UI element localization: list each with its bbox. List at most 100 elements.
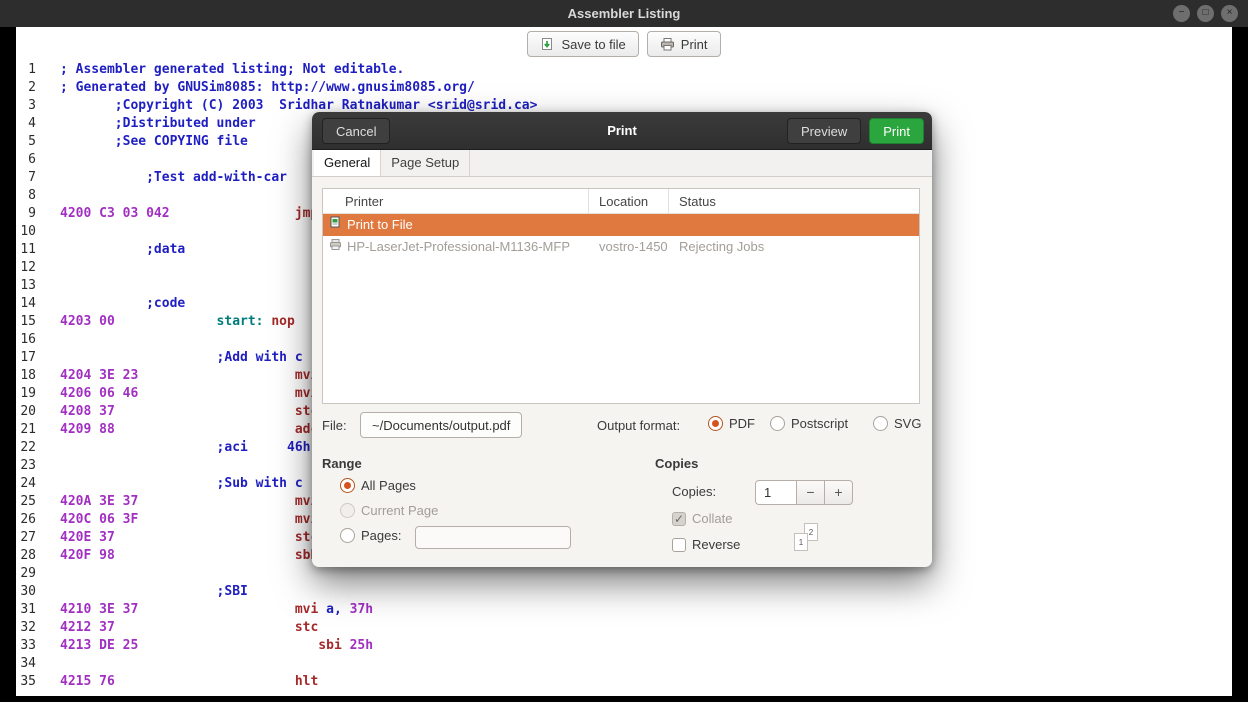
code-token: 4212 37 bbox=[60, 620, 115, 635]
radio-all-pages[interactable]: All Pages bbox=[340, 478, 416, 493]
reverse-checkbox[interactable]: Reverse bbox=[672, 537, 740, 552]
code-token: 4213 DE 25 bbox=[60, 638, 138, 653]
save-to-file-button[interactable]: Save to file bbox=[527, 31, 638, 57]
radio-indicator bbox=[340, 528, 355, 543]
preview-button[interactable]: Preview bbox=[787, 118, 861, 144]
code-text: 4203 00 start: nop bbox=[60, 313, 295, 331]
tab-page-setup[interactable]: Page Setup bbox=[381, 150, 470, 176]
code-token bbox=[248, 440, 287, 455]
line-number: 10 bbox=[16, 223, 36, 241]
print-dialog-header: Print Cancel Preview Print bbox=[312, 112, 932, 150]
code-line: 30 ;SBI bbox=[16, 583, 1232, 601]
line-number: 3 bbox=[16, 97, 36, 115]
code-token bbox=[170, 206, 295, 221]
code-token bbox=[138, 368, 295, 383]
print-dialog-tabbar: General Page Setup bbox=[312, 150, 932, 177]
checkbox-label: Collate bbox=[692, 511, 732, 526]
line-number: 23 bbox=[16, 457, 36, 475]
line-number: 7 bbox=[16, 169, 36, 187]
code-line: 354215 76 hlt bbox=[16, 673, 1232, 691]
column-header-status[interactable]: Status bbox=[669, 189, 919, 213]
code-text: 4212 37 stc bbox=[60, 619, 318, 637]
tab-general[interactable]: General bbox=[314, 150, 381, 176]
print-toolbar-button[interactable]: Print bbox=[647, 31, 721, 57]
code-token: 46h bbox=[287, 440, 310, 455]
code-token: sbi bbox=[318, 638, 341, 653]
code-text: 4213 DE 25 sbi 25h bbox=[60, 637, 373, 655]
code-token: nop bbox=[271, 314, 294, 329]
radio-label: Pages: bbox=[361, 528, 401, 543]
collation-page-1: 1 bbox=[794, 533, 808, 551]
radio-format-postscript[interactable]: Postscript bbox=[770, 416, 848, 431]
radio-label: Current Page bbox=[361, 503, 438, 518]
minimize-button[interactable]: − bbox=[1173, 5, 1190, 22]
copies-increment-button[interactable]: + bbox=[825, 480, 853, 505]
copies-input[interactable] bbox=[755, 480, 797, 505]
printer-icon bbox=[660, 37, 675, 52]
line-number: 27 bbox=[16, 529, 36, 547]
code-token bbox=[138, 602, 295, 617]
code-token: 37h bbox=[350, 602, 373, 617]
code-token: ;Copyright (C) 2003 Sridhar Ratnakumar <… bbox=[115, 98, 538, 113]
code-token: 4203 00 bbox=[60, 314, 115, 329]
code-token: mvi bbox=[295, 602, 318, 617]
code-text: ;Sub with c bbox=[60, 475, 303, 493]
code-token bbox=[115, 314, 217, 329]
printer-list-header: Printer Location Status bbox=[323, 189, 919, 214]
printer-device-icon bbox=[329, 236, 342, 258]
code-token bbox=[138, 512, 295, 527]
line-number: 34 bbox=[16, 655, 36, 673]
code-token bbox=[318, 602, 326, 617]
copies-decrement-button[interactable]: − bbox=[797, 480, 825, 505]
column-header-printer[interactable]: Printer bbox=[323, 189, 589, 213]
line-number: 1 bbox=[16, 61, 36, 79]
radio-format-pdf[interactable]: PDF bbox=[708, 416, 755, 431]
maximize-button[interactable]: □ bbox=[1197, 5, 1214, 22]
code-token bbox=[60, 98, 115, 113]
code-token: ; Assembler generated listing; Not edita… bbox=[60, 62, 404, 77]
radio-label: SVG bbox=[894, 416, 921, 431]
line-number: 24 bbox=[16, 475, 36, 493]
line-number: 29 bbox=[16, 565, 36, 583]
code-token: ; Generated by GNUSim8085: http://www.gn… bbox=[60, 80, 475, 95]
code-token: 420C 06 3F bbox=[60, 512, 138, 527]
line-number: 32 bbox=[16, 619, 36, 637]
column-header-location[interactable]: Location bbox=[589, 189, 669, 213]
code-line: 2; Generated by GNUSim8085: http://www.g… bbox=[16, 79, 1232, 97]
code-token bbox=[60, 350, 217, 365]
radio-indicator bbox=[770, 416, 785, 431]
line-number: 33 bbox=[16, 637, 36, 655]
printer-row-hp-laserjet[interactable]: HP-LaserJet-Professional-M1136-MFP vostr… bbox=[323, 236, 919, 258]
print-confirm-button[interactable]: Print bbox=[869, 118, 924, 144]
code-text: 4206 06 46 mvi bbox=[60, 385, 318, 403]
code-token bbox=[115, 530, 295, 545]
code-text: ;See COPYING file bbox=[60, 133, 248, 151]
radio-format-svg[interactable]: SVG bbox=[873, 416, 921, 431]
line-number: 9 bbox=[16, 205, 36, 223]
code-text: ; Generated by GNUSim8085: http://www.gn… bbox=[60, 79, 475, 97]
code-line: 29 bbox=[16, 565, 1232, 583]
code-text: ;aci 46h bbox=[60, 439, 310, 457]
code-token: 420F 98 bbox=[60, 548, 115, 563]
code-token bbox=[342, 638, 350, 653]
code-token bbox=[342, 602, 350, 617]
code-text: 420F 98 sbb bbox=[60, 547, 318, 565]
cancel-button[interactable]: Cancel bbox=[322, 118, 390, 144]
close-button[interactable]: × bbox=[1221, 5, 1238, 22]
code-text: 420A 3E 37 mvi bbox=[60, 493, 318, 511]
file-chooser-button[interactable]: ~/Documents/output.pdf bbox=[360, 412, 522, 438]
pages-input[interactable] bbox=[415, 526, 571, 549]
code-token bbox=[60, 476, 217, 491]
code-token: ;Test add-with-car bbox=[146, 170, 287, 185]
radio-pages[interactable]: Pages: bbox=[340, 528, 401, 543]
printer-location: vostro-1450 bbox=[589, 236, 669, 258]
line-number: 15 bbox=[16, 313, 36, 331]
checkbox-indicator bbox=[672, 538, 686, 552]
code-text: 4209 88 adc bbox=[60, 421, 318, 439]
printer-name: Print to File bbox=[347, 214, 413, 236]
code-text: 420C 06 3F mvi bbox=[60, 511, 318, 529]
code-token: 4215 76 bbox=[60, 674, 115, 689]
code-token: start: bbox=[217, 314, 264, 329]
print-dialog: Print Cancel Preview Print General Page … bbox=[312, 112, 932, 567]
printer-row-print-to-file[interactable]: Print to File bbox=[323, 214, 919, 236]
